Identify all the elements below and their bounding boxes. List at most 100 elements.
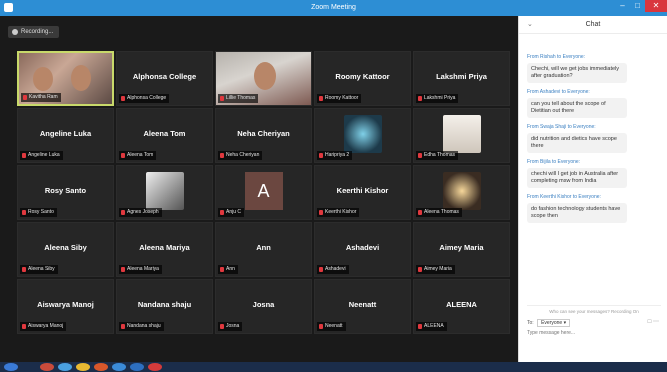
taskbar-app-icon[interactable] xyxy=(94,363,108,371)
recording-label: Recording... xyxy=(21,29,54,35)
participant-name: Aleena Mariya xyxy=(127,266,159,272)
participant-name-label: Anju C xyxy=(218,208,245,217)
taskbar-app-icon[interactable] xyxy=(58,363,72,371)
recipient-value: Everyone xyxy=(541,320,563,326)
participant-name-label: Neenatt xyxy=(317,322,346,331)
participant-name: Aleena Tom xyxy=(127,152,154,158)
participant-display-name: Aleena Siby xyxy=(44,243,87,252)
taskbar-app-icon[interactable] xyxy=(76,363,90,371)
chat-message-sender: From Bijila to Everyone: xyxy=(527,159,581,165)
chat-message-text: did nutrition and dietics have scope the… xyxy=(527,133,627,153)
participant-display-name: ALEENA xyxy=(446,300,477,309)
participant-tile[interactable]: Keerthi Kishor Keerthi Kishor xyxy=(314,165,411,220)
participant-display-name: Neenatt xyxy=(348,300,377,309)
title-bar: Zoom Meeting – □ ✕ xyxy=(0,0,667,16)
mic-muted-icon xyxy=(418,210,422,215)
file-icon[interactable]: □ xyxy=(648,319,652,325)
participant-tile[interactable]: A Anju C xyxy=(215,165,312,220)
mic-muted-icon xyxy=(319,267,323,272)
mic-muted-icon xyxy=(22,153,26,158)
chevron-down-icon[interactable]: ⌄ xyxy=(527,16,533,34)
maximize-icon[interactable]: □ xyxy=(630,0,645,12)
participant-tile[interactable]: ALEENA ALEENA xyxy=(413,279,510,334)
mic-muted-icon xyxy=(418,96,422,101)
mic-muted-icon xyxy=(220,153,224,158)
chat-message-sender: From Ashadevi to Everyone: xyxy=(527,89,590,95)
participant-display-name: Lakshmi Priya xyxy=(436,72,487,81)
zoom-window: Zoom Meeting – □ ✕ Recording... Kavitha … xyxy=(0,0,667,372)
participant-grid: Kavitha Ram Alphonsa College Alphonsa Coll… xyxy=(17,51,510,334)
participant-tile[interactable]: Agnes Joseph xyxy=(116,165,213,220)
mic-muted-icon xyxy=(319,96,323,101)
participant-tile[interactable]: Roomy Kattoor Roomy Kattoor xyxy=(314,51,411,106)
taskbar-app-icon[interactable] xyxy=(130,363,144,371)
recipient-select[interactable]: Everyone ▾ xyxy=(537,319,571,327)
chat-title: Chat xyxy=(585,21,601,28)
taskbar-app-icon[interactable] xyxy=(40,363,54,371)
chat-message-sender: From Rishah to Everyone: xyxy=(527,54,586,60)
participant-name-label: Kavitha Ram xyxy=(21,93,61,102)
participant-name-label: Angeline Luka xyxy=(20,151,63,160)
chat-message-sender: From Swaja Shaji to Everyone: xyxy=(527,124,596,130)
participant-tile[interactable]: Nandana shaju Nandana shaju xyxy=(116,279,213,334)
participant-tile[interactable]: Aleena Siby Aleena Siby xyxy=(17,222,114,277)
participant-profile-image xyxy=(442,172,481,210)
chat-message-sender: From Keerthi Kishor to Everyone: xyxy=(527,194,601,200)
participant-tile[interactable]: Angeline Luka Angeline Luka xyxy=(17,108,114,163)
participant-tile[interactable]: Aleena Thomas xyxy=(413,165,510,220)
participant-name-label: Lillie Thomas xyxy=(218,94,259,103)
minimize-icon[interactable]: – xyxy=(615,0,630,12)
participant-tile[interactable]: Alphonsa College Alphonsa College xyxy=(116,51,213,106)
mic-muted-icon xyxy=(220,96,224,101)
participant-name-label: Aleena Thomas xyxy=(416,208,462,217)
chat-message-text: do fashion technology students have scop… xyxy=(527,203,627,223)
participant-tile[interactable]: Ashadevi Ashadevi xyxy=(314,222,411,277)
participant-name: Josna xyxy=(226,323,240,329)
participant-display-name: Ashadevi xyxy=(345,243,380,252)
participant-tile[interactable]: Aimey Maria Aimey Maria xyxy=(413,222,510,277)
participant-name-label: Agnes Joseph xyxy=(119,208,162,217)
participant-tile[interactable]: Edha Thomas xyxy=(413,108,510,163)
mic-muted-icon xyxy=(418,153,422,158)
participant-avatar: A xyxy=(244,172,283,210)
participant-name: Neha Cheriyan xyxy=(226,152,260,158)
participant-display-name: Josna xyxy=(252,300,275,309)
participant-name: Nandana shaju xyxy=(127,323,161,329)
video-gallery: Recording... Kavitha Ram Alphonsa College… xyxy=(0,16,518,362)
start-icon[interactable] xyxy=(4,363,18,371)
participant-tile[interactable]: Lillie Thomas xyxy=(215,51,312,106)
chat-header: ⌄ Chat xyxy=(519,16,667,34)
participant-name-label: Ashadevi xyxy=(317,265,349,274)
mic-muted-icon xyxy=(121,153,125,158)
more-icon[interactable]: ⋯ xyxy=(653,319,659,325)
participant-tile[interactable]: Ann Ann xyxy=(215,222,312,277)
mic-muted-icon xyxy=(220,267,224,272)
participant-display-name: Alphonsa College xyxy=(132,72,197,81)
taskbar-app-icon[interactable] xyxy=(112,363,126,371)
participant-tile[interactable]: Neenatt Neenatt xyxy=(314,279,411,334)
participant-name: Keerthi Kishor xyxy=(325,209,357,215)
chat-tools: □ ⋯ xyxy=(648,318,659,325)
participant-name-label: Aimey Maria xyxy=(416,265,455,274)
record-icon xyxy=(12,29,18,35)
participant-tile[interactable]: Haripriya 2 xyxy=(314,108,411,163)
participant-tile[interactable]: Aleena Mariya Aleena Mariya xyxy=(116,222,213,277)
participant-display-name: Nandana shaju xyxy=(137,300,192,309)
participant-tile[interactable]: Kavitha Ram xyxy=(17,51,114,106)
mic-muted-icon xyxy=(319,324,323,329)
participant-tile[interactable]: Aleena Tom Aleena Tom xyxy=(116,108,213,163)
recording-indicator[interactable]: Recording... xyxy=(8,26,60,38)
close-icon[interactable]: ✕ xyxy=(645,0,667,12)
participant-tile[interactable]: Josna Josna xyxy=(215,279,312,334)
chat-input[interactable] xyxy=(527,328,661,338)
participant-tile[interactable]: Rosy Santo Rosy Santo xyxy=(17,165,114,220)
participant-tile[interactable]: Aiswarya Manoj Aiswarya Manoj xyxy=(17,279,114,334)
participant-name: Lakshmi Priya xyxy=(424,95,456,101)
taskbar-app-icon[interactable] xyxy=(148,363,162,371)
participant-name-label: Josna xyxy=(218,322,243,331)
participant-tile[interactable]: Lakshmi Priya Lakshmi Priya xyxy=(413,51,510,106)
participant-name: Alphonsa College xyxy=(127,95,167,101)
participant-tile[interactable]: Neha Cheriyan Neha Cheriyan xyxy=(215,108,312,163)
chat-messages: From Rishah to Everyone: Chechi, will we … xyxy=(527,48,661,223)
participant-name-label: Roomy Kattoor xyxy=(317,94,362,103)
